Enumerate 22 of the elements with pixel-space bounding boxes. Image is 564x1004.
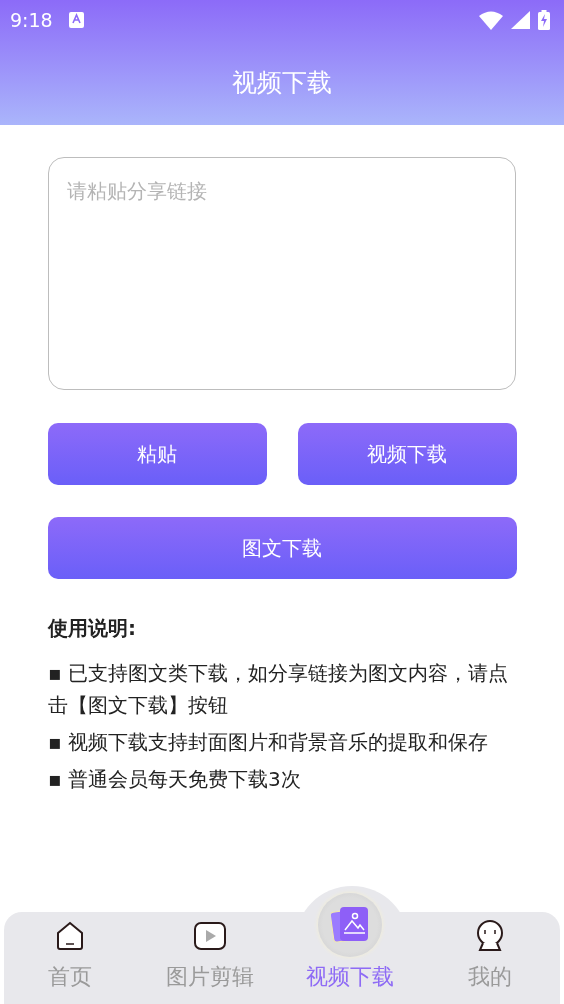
keyboard-icon bbox=[68, 12, 84, 28]
instructions-title: 使用说明: bbox=[48, 615, 137, 642]
instruction-item: ▪ 普通会员每天免费下载3次 bbox=[48, 766, 302, 793]
battery-icon bbox=[538, 10, 550, 30]
tab-item[interactable]: 图片剪辑 bbox=[140, 912, 280, 1004]
instruction-item: ▪ 视频下载支持封面图片和背景音乐的提取和保存 bbox=[48, 729, 489, 756]
page-title: 视频下载 bbox=[232, 66, 332, 99]
action-button[interactable]: 视频下载 bbox=[297, 423, 517, 485]
photos-icon bbox=[331, 906, 369, 944]
tab-item[interactable]: 视频下载 bbox=[280, 890, 420, 1004]
status-time: 9:18 bbox=[10, 7, 53, 33]
action-button[interactable]: 粘贴 bbox=[47, 423, 267, 485]
avatar-icon bbox=[475, 920, 505, 952]
tab-item[interactable]: 我的 bbox=[420, 912, 560, 1004]
instruction-item: ▪ 已支持图文类下载，如分享链接为图文内容，请点击【图文下载】按钮 bbox=[48, 660, 509, 719]
link-input-field[interactable]: 请粘贴分享链接 bbox=[48, 157, 516, 390]
wifi-icon bbox=[479, 10, 503, 30]
tab-item[interactable]: 首页 bbox=[0, 912, 140, 1004]
play-icon bbox=[194, 922, 226, 950]
signal-icon bbox=[511, 11, 530, 29]
action-button[interactable]: 图文下载 bbox=[47, 517, 517, 579]
home-icon bbox=[55, 921, 85, 951]
